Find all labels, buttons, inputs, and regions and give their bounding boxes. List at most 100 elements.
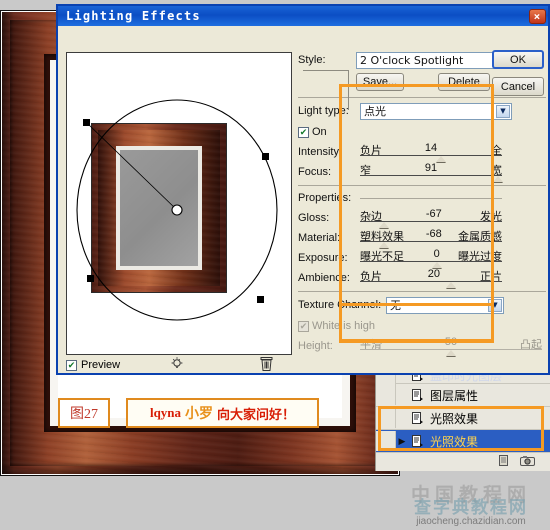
preview-checkbox[interactable]: ✔ (66, 359, 77, 371)
ambience-value: 20 (427, 268, 440, 280)
camera-icon[interactable] (520, 455, 535, 470)
properties-label: Properties: (298, 192, 352, 204)
layers-panel[interactable]: 盖印时光图层 图层属性 光照效果 ▶ 光照效果 (375, 366, 550, 471)
exposure-value: 0 (433, 248, 440, 260)
layer-name: 光照效果 (430, 434, 479, 449)
gloss-value: -67 (425, 208, 442, 220)
white-is-high-label: White is high (312, 320, 375, 332)
height-value: 50 (444, 336, 458, 348)
layer-name: 图层属性 (430, 388, 479, 403)
exposure-row: Exposure: 曝光不足 0 曝光过度 (298, 248, 546, 268)
frame-shadow-left (2, 12, 14, 474)
author-watermark-strip: lqyna 小罗 向大家问好！ (126, 398, 319, 428)
divider-1 (298, 97, 546, 98)
gloss-label: Gloss: (298, 212, 330, 224)
delete-button[interactable]: Delete (438, 73, 490, 91)
watermark-author-latin: lqyna (149, 405, 182, 420)
focus-label: Focus: (298, 166, 332, 178)
ambience-slider[interactable]: 负片 20 正片 (360, 268, 502, 288)
divider-line (360, 197, 502, 199)
texture-channel-value: 无 (390, 299, 401, 312)
exposure-label: Exposure: (298, 252, 348, 264)
chevron-down-icon[interactable]: ▼ (496, 104, 510, 118)
dialog-title: Lighting Effects (66, 9, 201, 23)
material-label: Material: (298, 232, 341, 244)
focus-value: 91 (424, 162, 438, 174)
texture-channel-row: Texture Channel: 无 ▼ (298, 294, 546, 316)
screenshot-root: 图27 lqyna 小罗 向大家问好！ 盖印时光图层 图层属性 光照效果 ▶ 光… (0, 0, 550, 530)
page-icon[interactable] (498, 454, 510, 470)
white-is-high-checkbox: ✔ (298, 320, 309, 332)
on-checkbox-group[interactable]: ✔ On (298, 126, 356, 138)
divider-3 (298, 291, 546, 292)
slider-track (360, 175, 502, 176)
style-label: Style: (298, 54, 326, 66)
ok-button[interactable]: OK (492, 50, 544, 69)
layer-effect-icon (408, 411, 426, 425)
height-row: Height: 平滑 50 凸起 (298, 336, 546, 356)
cancel-button[interactable]: Cancel (492, 77, 544, 96)
material-value: -68 (425, 228, 442, 240)
white-is-high-group: ✔ White is high (298, 320, 375, 332)
exposure-slider[interactable]: 曝光不足 0 曝光过度 (360, 248, 502, 268)
figure-label: 图27 (58, 398, 110, 428)
dialog-buttons: OK Cancel (492, 50, 544, 96)
frame-shadow-bottom (2, 462, 398, 474)
material-slider[interactable]: 塑料效果 -68 金属质感 (360, 228, 502, 248)
light-type-label: Light type: (298, 105, 349, 117)
light-type-value: 点光 (364, 105, 386, 118)
layer-row-2[interactable]: 光照效果 (376, 407, 550, 430)
layers-panel-footer (376, 453, 550, 471)
watermark-author-cn: 小罗 (185, 405, 214, 421)
layer-visibility-toggle[interactable] (376, 408, 396, 428)
slider-track (360, 155, 502, 156)
lightbulb-icon[interactable] (170, 356, 184, 375)
gloss-row: Gloss: 杂边 -67 发光 (298, 208, 546, 228)
texture-channel-dropdown[interactable]: 无 ▼ (386, 296, 504, 314)
ambience-label: Ambience: (298, 272, 350, 284)
layer-visibility-toggle[interactable] (376, 431, 396, 451)
slider-track (360, 281, 502, 282)
dialog-body: ✔ Preview Style: 2 O'clock Spotlight Sav… (58, 26, 548, 375)
divider-2 (298, 185, 546, 186)
slider-thumb[interactable] (492, 176, 503, 182)
on-checkbox[interactable]: ✔ (298, 126, 309, 138)
layer-expander-icon[interactable]: ▶ (396, 436, 408, 447)
preview-label: Preview (81, 359, 121, 371)
slider-thumb (446, 350, 456, 356)
white-is-high-row: ✔ White is high (298, 316, 546, 336)
chevron-down-icon[interactable]: ▼ (488, 298, 502, 312)
lighting-effects-dialog: Lighting Effects × ✔ Preview Style: 2 O'… (56, 4, 550, 375)
properties-row: Properties: (298, 188, 546, 208)
preview-canvas[interactable] (66, 52, 292, 355)
slider-thumb[interactable] (445, 282, 456, 288)
intensity-value: 14 (424, 142, 438, 154)
controls-column: Style: 2 O'clock Spotlight ▼ Save... Del… (298, 50, 546, 372)
save-button[interactable]: Save... (356, 73, 404, 91)
intensity-label: Intensity: (298, 146, 343, 158)
style-value: 2 O'clock Spotlight (360, 53, 464, 67)
close-icon[interactable]: × (529, 8, 546, 24)
focus-slider[interactable]: 窄 91 宽 (360, 162, 503, 182)
light-type-row: Light type: 点光 ▼ (298, 100, 546, 122)
layer-row-3[interactable]: ▶ 光照效果 (376, 430, 550, 453)
trash-icon[interactable] (260, 357, 273, 373)
dialog-titlebar[interactable]: Lighting Effects × (58, 6, 548, 26)
layer-name: 光照效果 (430, 411, 479, 426)
light-type-dropdown[interactable]: 点光 ▼ (360, 102, 512, 120)
layer-row-1[interactable]: 图层属性 (376, 384, 550, 407)
layer-effect-icon (408, 434, 426, 448)
on-label: On (312, 126, 327, 138)
gloss-slider[interactable]: 杂边 -67 发光 (360, 208, 502, 228)
layer-visibility-toggle[interactable] (376, 385, 396, 405)
focus-row: Focus: 窄 91 宽 (298, 162, 546, 182)
watermark-greeting: 向大家问好！ (217, 406, 296, 422)
height-slider: 平滑 50 凸起 (360, 336, 542, 356)
intensity-slider[interactable]: 负片 14 全 (360, 142, 502, 162)
texture-channel-label: Texture Channel: (298, 299, 382, 311)
material-row: Material: 塑料效果 -68 金属质感 (298, 228, 546, 248)
ambience-row: Ambience: 负片 20 正片 (298, 268, 546, 288)
light-ellipse-overlay[interactable] (67, 53, 292, 355)
properties-group-line (360, 197, 502, 199)
height-label: Height: (298, 340, 333, 352)
